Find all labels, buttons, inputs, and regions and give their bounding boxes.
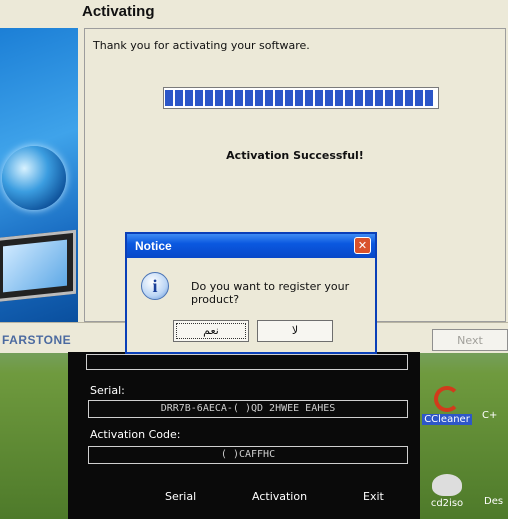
progress-block [405,90,413,106]
progress-block [315,90,323,106]
progress-block [415,90,423,106]
notice-dialog: Notice ✕ i Do you want to register your … [125,232,377,354]
cd2iso-icon [432,474,462,496]
thank-you-message: Thank you for activating your software. [93,39,310,52]
progress-block [325,90,333,106]
progress-block [305,90,313,106]
progress-block [285,90,293,106]
serial-field[interactable]: DRR7B-6AECA-( )QD 2HWEE EAHES [88,400,408,418]
progress-block [425,90,433,106]
progress-block [185,90,193,106]
desktop-shortcut-ccleaner[interactable]: CCleaner [422,386,472,425]
desktop-shortcut-des[interactable]: Des [484,496,508,507]
c-plus-label: C+ [482,410,498,421]
wizard-side-banner [0,28,78,322]
progress-block [295,90,303,106]
progress-block [165,90,173,106]
progress-block [275,90,283,106]
progress-block [345,90,353,106]
registration-top-field[interactable] [86,354,408,370]
progress-block [225,90,233,106]
activation-link-label: Activation [252,490,308,503]
activation-status: Activation Successful! [226,149,364,162]
progress-block [195,90,203,106]
progress-block [255,90,263,106]
cd2iso-label: cd2iso [430,498,464,509]
no-button[interactable]: لا [257,320,333,342]
serial-label: Serial: [90,384,125,397]
progress-block [395,90,403,106]
desktop-shortcut-c-plus[interactable]: C+ [482,410,508,421]
ccleaner-label: CCleaner [422,414,472,425]
progress-block [235,90,243,106]
wizard-title: Activating [82,3,155,20]
serial-link-label: Serial [165,490,197,503]
progress-block [245,90,253,106]
activation-link[interactable]: Activation [252,490,307,503]
progress-block [355,90,363,106]
monitor-icon [0,229,76,303]
exit-link[interactable]: Exit [363,490,384,503]
desktop-shortcut-cd2iso[interactable]: cd2iso [422,474,472,509]
activation-progress-bar [163,87,439,109]
activation-code-field[interactable]: ( )CAFFHC [88,446,408,464]
progress-block [385,90,393,106]
progress-block [335,90,343,106]
progress-block [205,90,213,106]
notice-title: Notice [135,239,172,253]
close-icon[interactable]: ✕ [354,237,371,254]
progress-block [375,90,383,106]
farstone-logo: FARSTONE [2,333,72,347]
ccleaner-icon [434,386,460,412]
info-icon: i [141,272,169,300]
next-button[interactable]: Next [432,329,508,351]
serial-link[interactable]: Serial [165,490,196,503]
progress-block [215,90,223,106]
yes-button[interactable]: نعم [173,320,249,342]
notice-title-bar[interactable]: Notice ✕ [127,234,375,258]
activation-code-label: Activation Code: [90,428,181,441]
notice-message: Do you want to register your product? [191,280,350,306]
globe-icon [2,146,66,210]
progress-block [365,90,373,106]
exit-link-label: Exit [363,490,384,503]
progress-block [265,90,273,106]
des-label: Des [484,496,504,507]
registration-panel: Serial: DRR7B-6AECA-( )QD 2HWEE EAHES Ac… [68,352,420,519]
progress-block [175,90,183,106]
